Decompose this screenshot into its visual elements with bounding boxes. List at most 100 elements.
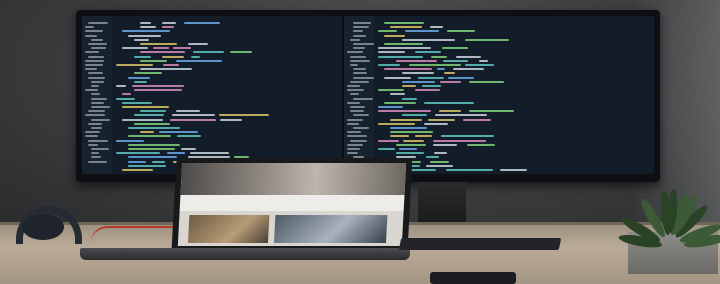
code-line-segment xyxy=(184,22,220,24)
code-line-segment xyxy=(134,55,151,58)
code-line-segment xyxy=(465,38,509,41)
file-tree-entry xyxy=(85,131,100,134)
code-line-segment xyxy=(437,68,445,71)
file-tree-entry xyxy=(91,47,106,50)
code-line-segment xyxy=(469,110,514,113)
code-line-segment xyxy=(441,135,494,138)
code-line-segment xyxy=(390,127,427,129)
file-tree-entry xyxy=(353,68,366,71)
laptop-thumbnail-2 xyxy=(273,215,388,243)
code-line-segment xyxy=(378,55,423,58)
file-tree-entry xyxy=(91,118,110,121)
file-tree-entry xyxy=(91,106,110,108)
code-line-segment xyxy=(430,26,443,29)
code-line-segment xyxy=(403,139,424,142)
code-line-segment xyxy=(140,131,154,134)
code-line-segment xyxy=(443,59,468,62)
code-line-segment xyxy=(181,148,196,150)
code-line-segment xyxy=(396,152,424,155)
file-tree-entry xyxy=(350,93,359,96)
code-line-segment xyxy=(396,59,437,62)
file-tree-entry xyxy=(88,22,108,24)
code-line-segment xyxy=(402,38,455,41)
code-line-segment xyxy=(402,97,417,100)
file-tree-entry xyxy=(88,122,102,125)
code-line-segment xyxy=(176,59,222,62)
code-line-segment xyxy=(378,106,403,108)
code-line-segment xyxy=(128,143,180,146)
keyboard xyxy=(398,238,562,250)
code-line-segment xyxy=(384,68,432,71)
file-tree-entry xyxy=(91,101,104,104)
code-line-segment xyxy=(384,43,423,45)
file-tree-entry xyxy=(347,85,360,87)
file-tree-entry xyxy=(350,106,365,108)
file-tree-left xyxy=(82,16,112,174)
laptop-screen xyxy=(177,163,407,246)
laptop-thumbnail-1 xyxy=(187,215,270,243)
code-line-segment xyxy=(167,152,185,155)
headphones-cup xyxy=(22,214,64,240)
code-line-segment xyxy=(390,26,422,29)
file-tree-entry xyxy=(347,118,363,121)
code-line-segment xyxy=(140,51,185,54)
code-line-segment xyxy=(378,47,431,50)
code-line-segment xyxy=(456,55,481,58)
code-line-segment xyxy=(134,38,149,41)
code-line-segment xyxy=(152,160,165,163)
file-tree-entry xyxy=(350,64,358,66)
file-tree-entry xyxy=(353,30,363,33)
code-line-segment xyxy=(384,34,405,37)
file-tree-entry xyxy=(88,110,105,113)
code-line-segment xyxy=(479,59,488,62)
file-tree-entry xyxy=(88,160,107,163)
file-tree-entry xyxy=(91,38,103,41)
code-line-segment xyxy=(116,64,153,66)
laptop-base xyxy=(80,248,410,260)
code-line-segment xyxy=(390,135,409,138)
code-line-segment xyxy=(128,76,150,79)
code-line-segment xyxy=(188,43,208,45)
file-tree-entry xyxy=(91,97,107,100)
code-line-segment xyxy=(384,101,416,104)
code-line-segment xyxy=(162,22,176,24)
file-tree-entry xyxy=(91,148,109,150)
file-tree-entry xyxy=(91,152,99,155)
code-line-segment xyxy=(162,26,174,29)
file-tree-entry xyxy=(353,76,374,79)
file-tree-entry xyxy=(353,72,367,75)
file-tree-entry xyxy=(85,135,98,138)
code-line-segment xyxy=(140,22,151,24)
code-line-segment xyxy=(402,85,416,87)
file-tree-entry xyxy=(353,114,369,117)
code-line-segment xyxy=(390,118,422,121)
file-tree-entry xyxy=(85,68,97,71)
file-tree-entry xyxy=(353,22,371,24)
code-line-segment xyxy=(402,114,427,117)
file-tree-entry xyxy=(91,127,102,129)
code-line-segment xyxy=(128,148,175,150)
code-line-segment xyxy=(378,64,400,66)
file-tree-entry xyxy=(88,76,105,79)
file-tree-entry xyxy=(353,127,369,129)
file-tree-entry xyxy=(347,135,367,138)
code-line-segment xyxy=(122,169,153,171)
code-line-segment xyxy=(465,64,494,66)
code-line-segment xyxy=(134,72,162,75)
file-tree-entry xyxy=(353,43,374,45)
code-lines-right xyxy=(378,22,650,171)
code-line-segment xyxy=(128,135,171,138)
code-line-segment xyxy=(132,85,184,87)
file-tree-entry xyxy=(88,72,103,75)
file-tree-entry xyxy=(91,85,99,87)
ultrawide-monitor xyxy=(76,10,660,182)
code-line-segment xyxy=(378,148,395,150)
photo-frame xyxy=(0,0,720,284)
file-tree-entry xyxy=(91,80,104,83)
code-line-segment xyxy=(134,89,182,92)
file-tree-entry xyxy=(91,156,101,159)
laptop-page-strip xyxy=(179,195,405,211)
file-tree-entry xyxy=(85,114,105,117)
code-line-segment xyxy=(140,110,166,113)
monitor-stand xyxy=(418,182,466,222)
